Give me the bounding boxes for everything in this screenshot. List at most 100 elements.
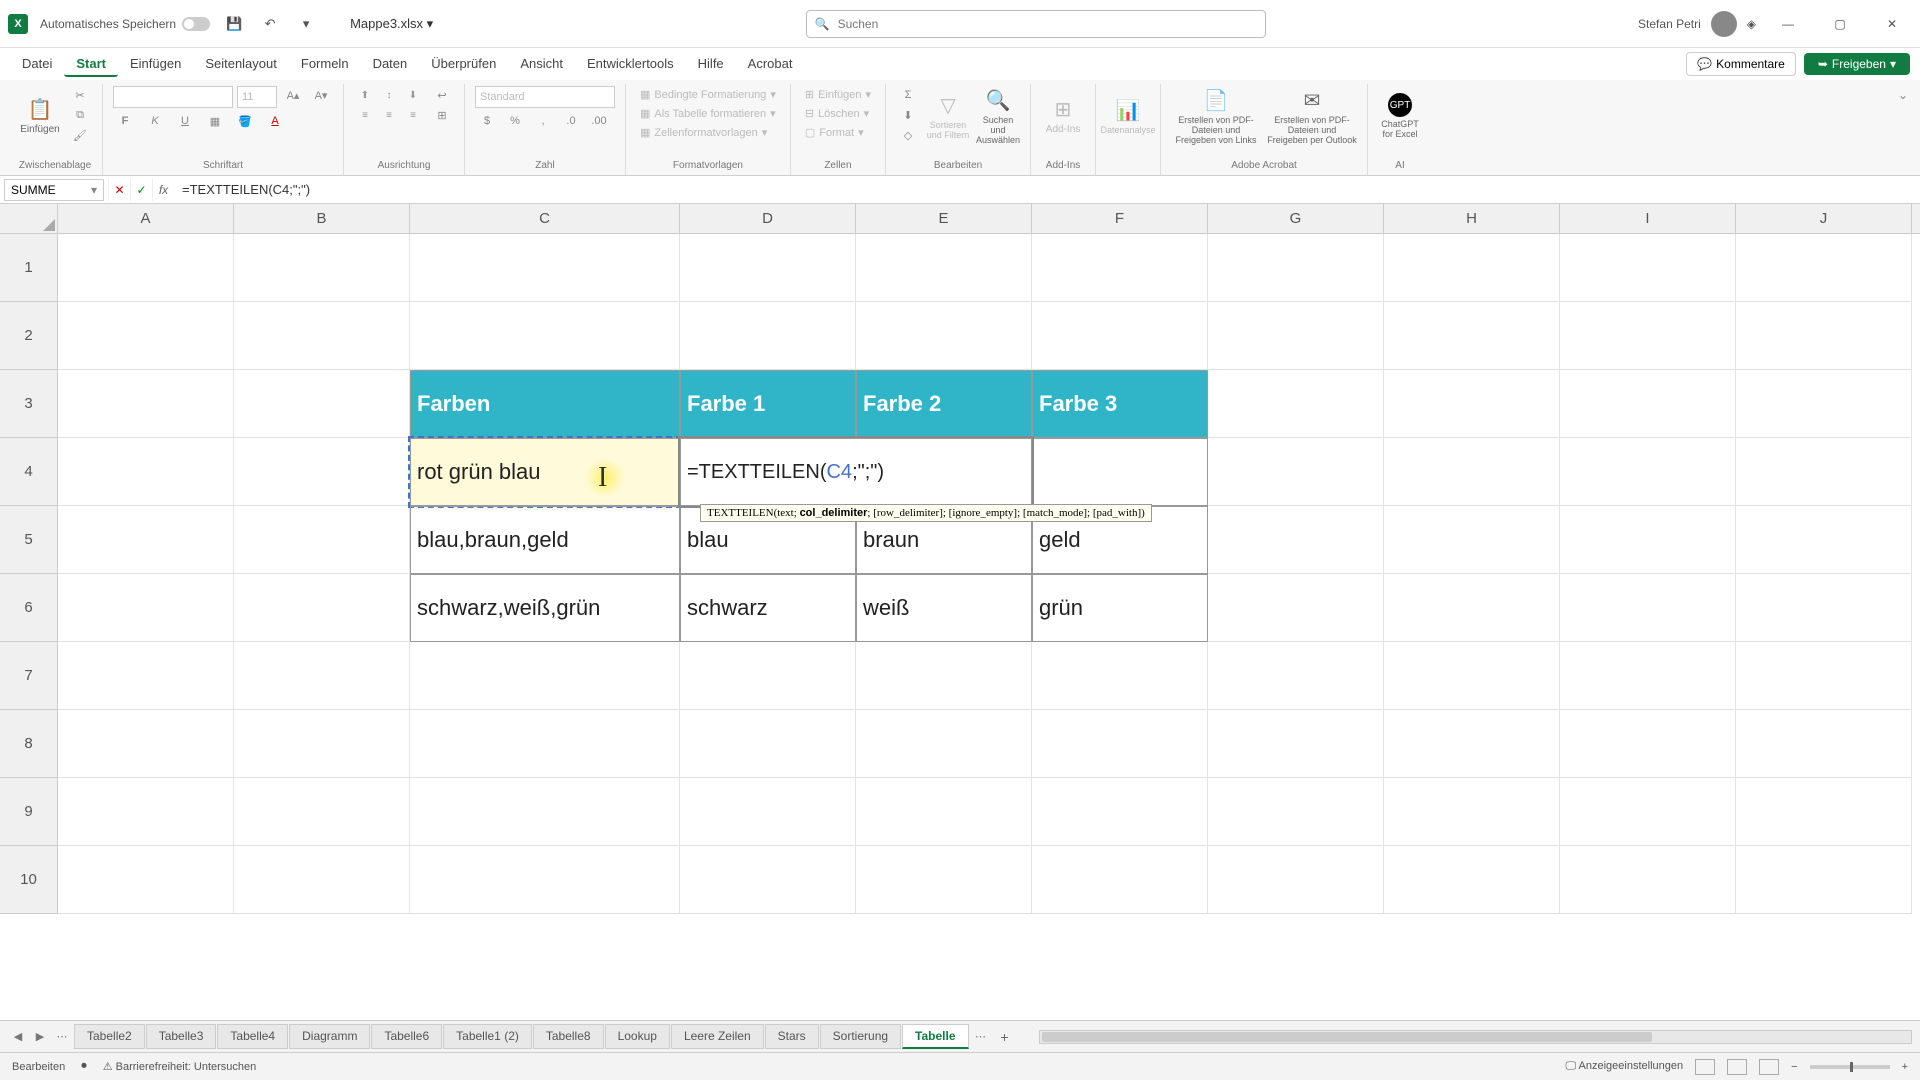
sheet-tab-tabelle6[interactable]: Tabelle6	[371, 1024, 442, 1049]
cell-F9[interactable]	[1032, 778, 1208, 846]
cell-A3[interactable]	[58, 370, 234, 438]
menu-ansicht[interactable]: Ansicht	[508, 52, 575, 77]
cell-A2[interactable]	[58, 302, 234, 370]
decrease-font-icon[interactable]: A▾	[309, 86, 333, 104]
increase-decimal-icon[interactable]: .0	[559, 112, 583, 130]
row-header-10[interactable]: 10	[0, 846, 57, 914]
cell-H5[interactable]	[1384, 506, 1560, 574]
cell-I5[interactable]	[1560, 506, 1736, 574]
underline-icon[interactable]: U	[173, 112, 197, 130]
tab-more-icon[interactable]: ⋯	[52, 1027, 72, 1047]
cell-D9[interactable]	[680, 778, 856, 846]
font-color-icon[interactable]: A	[263, 112, 287, 130]
format-painter-icon[interactable]: 🖌	[68, 126, 92, 144]
redo-icon[interactable]: ▾	[294, 12, 318, 36]
avatar[interactable]	[1711, 11, 1737, 37]
cell-I4[interactable]	[1560, 438, 1736, 506]
cell-B1[interactable]	[234, 234, 410, 302]
col-header-E[interactable]: E	[856, 204, 1032, 233]
row-header-9[interactable]: 9	[0, 778, 57, 846]
bold-icon[interactable]: F	[113, 112, 137, 130]
toggle-switch[interactable]	[182, 17, 210, 31]
cell-B9[interactable]	[234, 778, 410, 846]
cell-F1[interactable]	[1032, 234, 1208, 302]
format-as-table-button[interactable]: ▦ Als Tabelle formatieren ▾	[636, 105, 780, 122]
cell-C2[interactable]	[410, 302, 680, 370]
cell-C8[interactable]	[410, 710, 680, 778]
row-header-7[interactable]: 7	[0, 642, 57, 710]
align-center-icon[interactable]: ≡	[378, 106, 400, 124]
cell-E10[interactable]	[856, 846, 1032, 914]
cell-B2[interactable]	[234, 302, 410, 370]
table-header-3[interactable]: Farbe 3	[1032, 370, 1208, 438]
cell-G4[interactable]	[1208, 438, 1384, 506]
select-all-button[interactable]	[0, 204, 58, 234]
comments-button[interactable]: 💬 Kommentare	[1686, 52, 1796, 76]
sheet-tab-tabelle1-(2)[interactable]: Tabelle1 (2)	[443, 1024, 532, 1049]
cell-styles-button[interactable]: ▦ Zellenformatvorlagen ▾	[636, 124, 771, 141]
cell-H9[interactable]	[1384, 778, 1560, 846]
cell-J1[interactable]	[1736, 234, 1912, 302]
minimize-button[interactable]: —	[1768, 8, 1808, 40]
cell-F4[interactable]	[1032, 438, 1208, 506]
cell-H3[interactable]	[1384, 370, 1560, 438]
cell-C7[interactable]	[410, 642, 680, 710]
fx-icon[interactable]: fx	[152, 179, 174, 201]
align-bottom-icon[interactable]: ⬇	[402, 86, 424, 104]
sheet-tab-diagramm[interactable]: Diagramm	[289, 1024, 370, 1049]
cell-G6[interactable]	[1208, 574, 1384, 642]
cell-G1[interactable]	[1208, 234, 1384, 302]
cell-A1[interactable]	[58, 234, 234, 302]
row-header-4[interactable]: 4	[0, 438, 57, 506]
cell-B3[interactable]	[234, 370, 410, 438]
cell-H2[interactable]	[1384, 302, 1560, 370]
page-break-view-icon[interactable]	[1759, 1059, 1779, 1075]
cell-F10[interactable]	[1032, 846, 1208, 914]
accessibility-status[interactable]: ⚠ Barrierefreiheit: Untersuchen	[103, 1060, 257, 1073]
cell-C4[interactable]: rot grün blau	[410, 438, 680, 506]
percent-icon[interactable]: %	[503, 112, 527, 130]
cell-J2[interactable]	[1736, 302, 1912, 370]
cell-A7[interactable]	[58, 642, 234, 710]
name-box[interactable]: SUMME▾	[4, 179, 104, 201]
wrap-text-icon[interactable]: ↩	[430, 86, 454, 104]
cell-A8[interactable]	[58, 710, 234, 778]
cell-I7[interactable]	[1560, 642, 1736, 710]
sheet-tab-tabelle2[interactable]: Tabelle2	[74, 1024, 145, 1049]
menu-überprüfen[interactable]: Überprüfen	[419, 52, 508, 77]
copy-icon[interactable]: ⧉	[68, 106, 92, 124]
insert-cells-button[interactable]: ⊞ Einfügen ▾	[801, 86, 875, 103]
sheet-tab-stars[interactable]: Stars	[765, 1024, 819, 1049]
col-header-G[interactable]: G	[1208, 204, 1384, 233]
number-format-select[interactable]	[475, 86, 615, 108]
cell-I6[interactable]	[1560, 574, 1736, 642]
menu-formeln[interactable]: Formeln	[289, 52, 361, 77]
cell-G9[interactable]	[1208, 778, 1384, 846]
table-header-0[interactable]: Farben	[410, 370, 680, 438]
cell-I10[interactable]	[1560, 846, 1736, 914]
col-header-C[interactable]: C	[410, 204, 680, 233]
data-analysis-button[interactable]: 📊Datenanalyse	[1106, 86, 1150, 146]
cell-G8[interactable]	[1208, 710, 1384, 778]
cell-A9[interactable]	[58, 778, 234, 846]
sheet-tab-leere-zeilen[interactable]: Leere Zeilen	[671, 1024, 764, 1049]
menu-datei[interactable]: Datei	[10, 52, 64, 77]
italic-icon[interactable]: K	[143, 112, 167, 130]
align-middle-icon[interactable]: ↕	[378, 86, 400, 104]
cell-E6[interactable]: weiß	[856, 574, 1032, 642]
cell-C5[interactable]: blau,braun,geld	[410, 506, 680, 574]
row-header-8[interactable]: 8	[0, 710, 57, 778]
border-icon[interactable]: ▦	[203, 112, 227, 130]
comma-icon[interactable]: ,	[531, 112, 555, 130]
page-layout-view-icon[interactable]	[1727, 1059, 1747, 1075]
cell-F6[interactable]: grün	[1032, 574, 1208, 642]
horizontal-scrollbar[interactable]	[1039, 1030, 1912, 1044]
cell-C9[interactable]	[410, 778, 680, 846]
cell-J6[interactable]	[1736, 574, 1912, 642]
row-header-1[interactable]: 1	[0, 234, 57, 302]
cell-A6[interactable]	[58, 574, 234, 642]
align-left-icon[interactable]: ≡	[354, 106, 376, 124]
sheet-tab-tabelle4[interactable]: Tabelle4	[217, 1024, 288, 1049]
cell-I9[interactable]	[1560, 778, 1736, 846]
user-area[interactable]: Stefan Petri ◈	[1638, 11, 1756, 37]
